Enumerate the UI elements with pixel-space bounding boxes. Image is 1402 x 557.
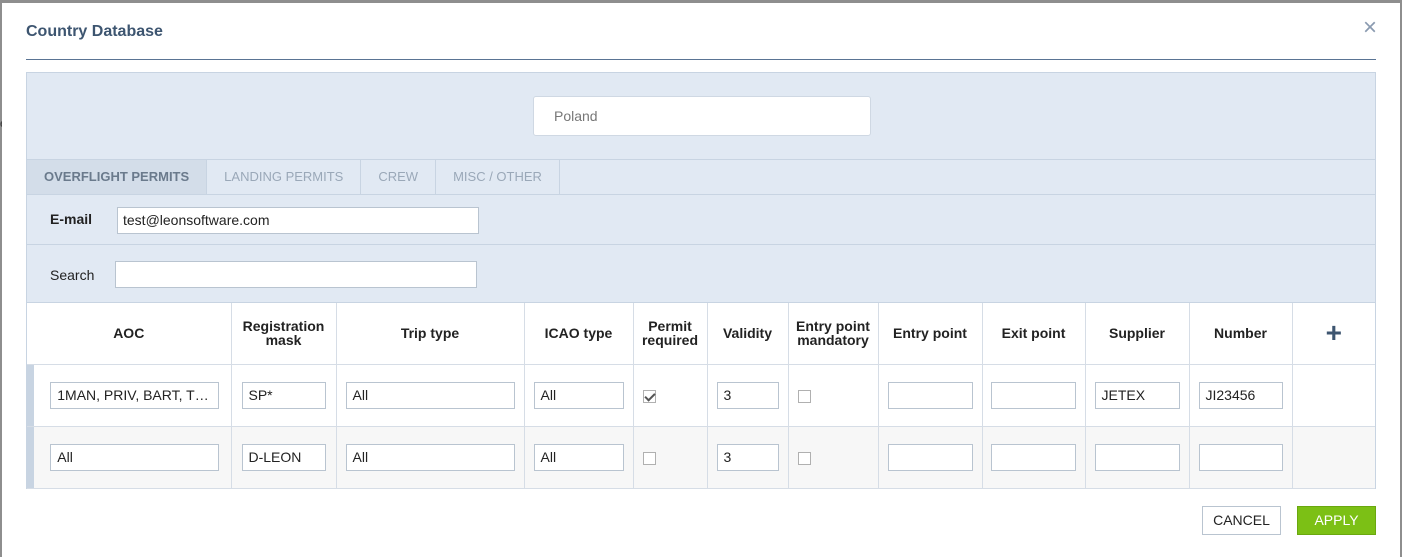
trip-type-cell: All (336, 426, 525, 489)
row-selection-marker (27, 364, 34, 426)
supplier-input[interactable] (1094, 443, 1180, 471)
column-header-entry-point-mandatory[interactable]: Entry point mandatory (788, 303, 879, 365)
registration-mask-input[interactable]: D-LEON (241, 443, 326, 471)
entry-point-cell (878, 364, 983, 427)
entry-point-mandatory-cell (788, 364, 879, 427)
number-cell: JI23456 (1189, 364, 1293, 427)
row-actions-cell (1292, 364, 1375, 427)
search-row: Search (27, 245, 1375, 303)
column-header-icao-type[interactable]: ICAO type (524, 303, 634, 365)
email-row: E-mail test@leonsoftware.com (27, 195, 1375, 245)
number-input[interactable]: JI23456 (1198, 381, 1283, 409)
trip-type-input[interactable]: All (345, 381, 515, 409)
permit-tabs: OVERFLIGHT PERMITS LANDING PERMITS CREW … (27, 159, 1375, 195)
search-input[interactable] (115, 261, 477, 288)
row-selection-marker (27, 426, 34, 488)
validity-input[interactable]: 3 (716, 443, 779, 471)
column-header-validity[interactable]: Validity (707, 303, 789, 365)
trip-type-input[interactable]: All (345, 443, 515, 471)
country-select[interactable]: Poland (533, 96, 871, 136)
aoc-cell: All (27, 426, 232, 489)
exit-point-input[interactable] (991, 381, 1076, 409)
registration-mask-input[interactable]: SP* (241, 381, 326, 409)
exit-point-cell (982, 426, 1086, 489)
aoc-cell: 1MAN, PRIV, BART, TR... (27, 364, 232, 427)
email-field[interactable]: test@leonsoftware.com (117, 207, 479, 234)
trip-type-cell: All (336, 364, 525, 427)
tab-misc-other[interactable]: MISC / OTHER (436, 160, 560, 194)
column-header-entry-point[interactable]: Entry point (878, 303, 983, 365)
supplier-cell (1085, 426, 1190, 489)
entry-point-mandatory-checkbox[interactable] (797, 389, 811, 403)
number-cell (1189, 426, 1293, 489)
email-label: E-mail (50, 211, 93, 227)
column-header-permit-required[interactable]: Permit required (633, 303, 708, 365)
table-header-row: AOC Registration mask Trip type ICAO typ… (27, 303, 1375, 365)
close-icon[interactable]: × (1359, 16, 1381, 40)
country-database-dialog: Country Database × Poland OVERFLIGHT PER… (2, 3, 1400, 557)
add-row-cell: + (1292, 303, 1375, 365)
entry-point-input[interactable] (887, 443, 973, 471)
table-row[interactable]: 1MAN, PRIV, BART, TR... SP* All All 3 JE… (27, 364, 1375, 427)
column-header-exit-point[interactable]: Exit point (982, 303, 1086, 365)
country-panel: Poland OVERFLIGHT PERMITS LANDING PERMIT… (26, 72, 1376, 489)
cancel-button[interactable]: CANCEL (1202, 506, 1281, 535)
registration-mask-cell: D-LEON (231, 426, 337, 489)
validity-cell: 3 (707, 364, 789, 427)
aoc-input[interactable]: 1MAN, PRIV, BART, TR... (50, 381, 220, 409)
permits-table: AOC Registration mask Trip type ICAO typ… (27, 302, 1375, 489)
permit-required-cell (633, 426, 708, 489)
icao-type-input[interactable]: All (533, 443, 624, 471)
exit-point-cell (982, 364, 1086, 427)
permit-required-checkbox[interactable] (642, 451, 656, 465)
supplier-input[interactable]: JETEX (1094, 381, 1180, 409)
entry-point-mandatory-checkbox[interactable] (797, 451, 811, 465)
title-divider (26, 59, 1376, 60)
search-label: Search (50, 267, 95, 283)
entry-point-mandatory-cell (788, 426, 879, 489)
column-header-registration-mask[interactable]: Registration mask (231, 303, 337, 365)
dialog-title: Country Database (26, 23, 163, 40)
entry-point-cell (878, 426, 983, 489)
column-header-trip-type[interactable]: Trip type (336, 303, 525, 365)
permit-required-cell (633, 364, 708, 427)
apply-button[interactable]: APPLY (1297, 506, 1376, 535)
exit-point-input[interactable] (991, 443, 1076, 471)
permit-required-checkbox[interactable] (642, 389, 656, 403)
tab-crew[interactable]: CREW (361, 160, 437, 194)
column-header-number[interactable]: Number (1189, 303, 1293, 365)
icao-type-input[interactable]: All (533, 381, 624, 409)
validity-input[interactable]: 3 (716, 381, 779, 409)
aoc-input[interactable]: All (50, 443, 220, 471)
icao-type-cell: All (524, 364, 634, 427)
tab-landing-permits[interactable]: LANDING PERMITS (207, 160, 362, 194)
validity-cell: 3 (707, 426, 789, 489)
row-actions-cell (1292, 426, 1375, 489)
number-input[interactable] (1198, 443, 1283, 471)
column-header-supplier[interactable]: Supplier (1085, 303, 1190, 365)
registration-mask-cell: SP* (231, 364, 337, 427)
icao-type-cell: All (524, 426, 634, 489)
entry-point-input[interactable] (887, 381, 973, 409)
table-row[interactable]: All D-LEON All All 3 (27, 426, 1375, 489)
tab-overflight-permits[interactable]: OVERFLIGHT PERMITS (27, 160, 208, 194)
plus-icon[interactable]: + (1326, 317, 1342, 348)
supplier-cell: JETEX (1085, 364, 1190, 427)
column-header-aoc[interactable]: AOC (27, 303, 232, 365)
